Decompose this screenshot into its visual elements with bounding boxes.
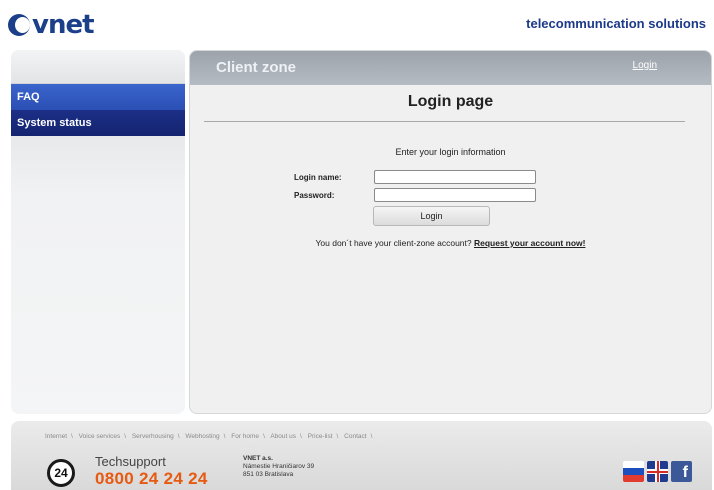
sidebar-header (11, 50, 185, 84)
login-instruction-text: Enter your login information (395, 147, 506, 157)
login-name-input[interactable] (374, 170, 536, 184)
company-city: 851 03 Bratislava (243, 471, 294, 478)
sidebar: FAQ System status (11, 50, 185, 414)
footer-link-webhosting[interactable]: Webhosting (185, 433, 219, 440)
password-input[interactable] (374, 188, 536, 202)
footer-separator: \ (177, 433, 180, 440)
company-name: VNET a.s. (243, 455, 273, 462)
login-name-label: Login name: (294, 173, 342, 182)
no-account-text: You don´t have your client-zone account? (315, 238, 472, 248)
no-account-message: You don´t have your client-zone account?… (190, 238, 711, 248)
login-instruction: Enter your login information (190, 147, 711, 157)
footer-separator: \ (71, 433, 73, 440)
24h-support-icon: 24 (47, 459, 75, 487)
techsupport-label: Techsupport (95, 454, 166, 469)
footer-link-contact[interactable]: Contact (344, 433, 366, 440)
footer-separator: \ (300, 433, 302, 440)
logo-text: vnet (32, 10, 95, 40)
slovak-flag-icon[interactable] (623, 461, 644, 482)
techsupport-phone[interactable]: 0800 24 24 24 (95, 469, 208, 489)
footer-link-voice-services[interactable]: Voice services (79, 433, 121, 440)
footer-link-internet[interactable]: Internet (45, 433, 67, 440)
company-address: VNET a.s. Námestie Hraničiarov 39 851 03… (243, 455, 314, 479)
footer-separator: \ (263, 433, 265, 440)
client-zone-bar: Client zone Login (190, 51, 711, 85)
footer-separator: \ (223, 433, 226, 440)
sidebar-item-system-status[interactable]: System status (11, 110, 185, 136)
uk-flag-icon[interactable] (647, 461, 668, 482)
footer-separator: \ (370, 433, 373, 440)
page-title: Login page (407, 93, 494, 110)
uk-flag-cross (647, 470, 668, 473)
login-link[interactable]: Login (633, 60, 657, 71)
main-panel: Client zone Login Login page Enter your … (189, 50, 712, 414)
footer-separator: \ (336, 433, 339, 440)
footer-nav: Internet \ Voice services \ Serverhousing \… (45, 433, 376, 440)
client-zone-title: Client zone (216, 59, 297, 76)
footer-link-about-us[interactable]: About us (270, 433, 296, 440)
facebook-icon[interactable]: f (671, 461, 692, 482)
vnet-logo[interactable]: vnet (8, 10, 95, 40)
footer-link-for-home[interactable]: For home (231, 433, 259, 440)
company-street: Námestie Hraničiarov 39 (243, 463, 315, 470)
sidebar-item-faq[interactable]: FAQ (11, 84, 185, 110)
logo-mark-icon (8, 14, 30, 36)
footer: Internet \ Voice services \ Serverhousing \… (11, 421, 712, 490)
divider (204, 121, 685, 122)
footer-separator: \ (124, 433, 127, 440)
footer-link-serverhousing[interactable]: Serverhousing (132, 433, 174, 440)
tagline: telecommunication solutions (526, 16, 706, 31)
language-switcher: f (623, 461, 692, 482)
request-account-link[interactable]: Request your account now! (474, 238, 585, 248)
footer-link-price-list[interactable]: Price-list (308, 433, 333, 440)
login-button[interactable]: Login (373, 206, 490, 226)
page: vnet telecommunication solutions FAQ Sys… (0, 0, 714, 490)
password-label: Password: (294, 191, 335, 200)
